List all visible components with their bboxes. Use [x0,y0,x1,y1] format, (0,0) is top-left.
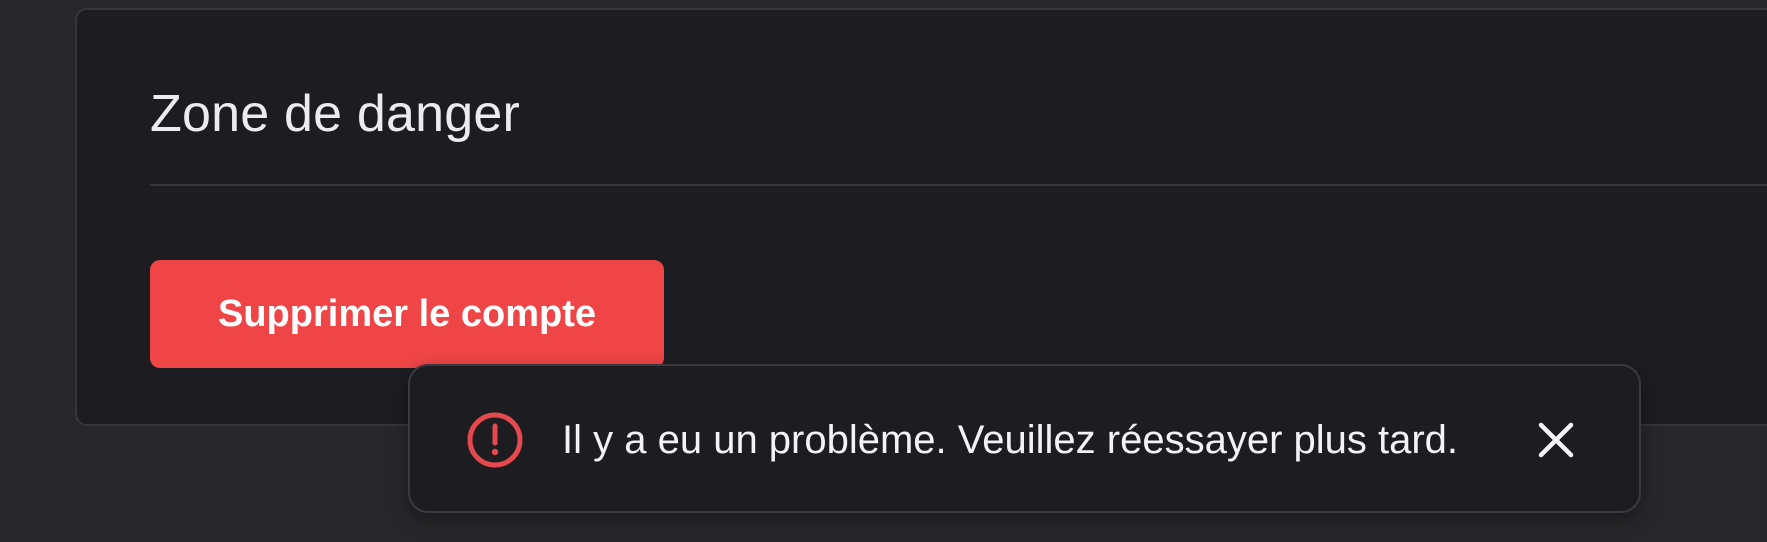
close-toast-button[interactable] [1529,413,1583,467]
alert-circle-icon [465,410,525,470]
section-divider [150,184,1767,186]
danger-zone-title: Zone de danger [150,85,520,143]
toast-message: Il y a eu un problème. Veuillez réessaye… [562,418,1459,462]
close-icon [1538,422,1574,458]
delete-account-button[interactable]: Supprimer le compte [150,260,664,368]
error-toast: Il y a eu un problème. Veuillez réessaye… [408,364,1641,513]
